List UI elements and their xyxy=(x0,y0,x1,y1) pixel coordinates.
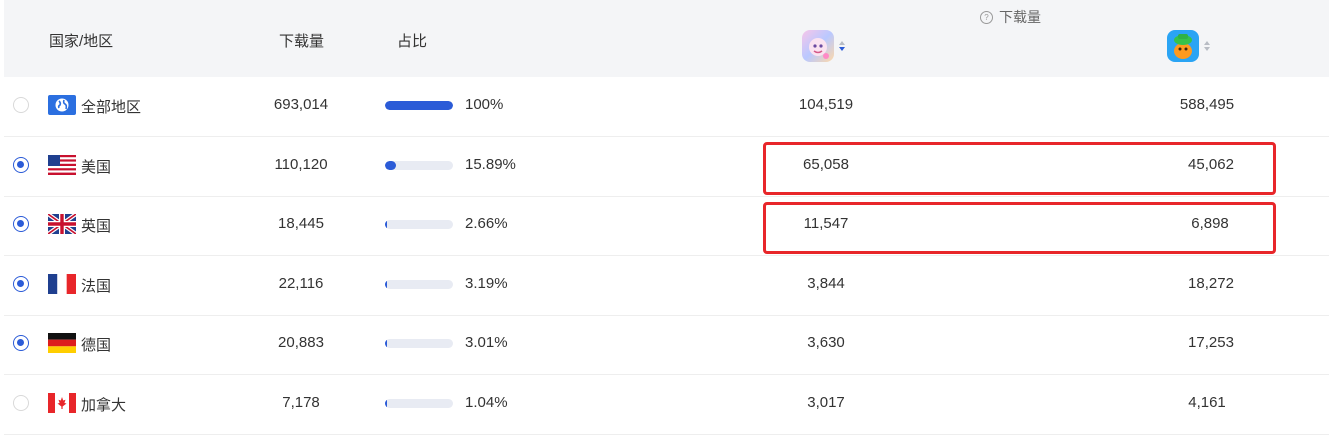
downloads-value: 22,116 xyxy=(278,275,324,292)
app-2-downloads: 45,062 xyxy=(1188,156,1234,173)
header-share: 占比 xyxy=(397,33,428,50)
country-name: 全部地区 xyxy=(81,99,142,116)
country-name: 美国 xyxy=(81,159,112,176)
share-bar-fill xyxy=(385,280,388,289)
app-1-downloads: 65,058 xyxy=(803,156,849,173)
country-name: 加拿大 xyxy=(81,397,127,414)
share-bar xyxy=(385,399,453,408)
downloads-value: 18,445 xyxy=(278,215,324,232)
app-1-downloads: 11,547 xyxy=(803,215,849,232)
share-bar-fill xyxy=(385,101,453,110)
app-1-downloads: 104,519 xyxy=(798,96,854,113)
downloads-value: 110,120 xyxy=(274,156,328,173)
app-2-downloads: 588,495 xyxy=(1179,96,1235,113)
share-bar xyxy=(385,161,453,170)
table-row[interactable]: 英国 18,445 2.66% 11,547 6,898 xyxy=(4,196,1329,256)
share-percent: 100% xyxy=(465,96,504,113)
ca-flag-icon xyxy=(48,393,76,413)
app-1-downloads: 3,017 xyxy=(807,394,845,411)
share-bar xyxy=(385,101,453,110)
share-bar-fill xyxy=(385,399,387,408)
share-percent: 1.04% xyxy=(465,394,508,411)
share-bar xyxy=(385,280,453,289)
globe-icon xyxy=(48,95,76,115)
header-downloads[interactable]: 下载量 xyxy=(279,30,324,51)
app-2-downloads: 17,253 xyxy=(1188,334,1234,351)
group-title-label: 下载量 xyxy=(999,9,1041,25)
fr-flag-icon xyxy=(48,274,76,294)
table-row[interactable]: 全部地区 693,014 100% 104,519 588,495 xyxy=(4,77,1329,137)
share-bar-fill xyxy=(385,161,396,170)
share-percent: 3.01% xyxy=(465,334,508,351)
table-row[interactable]: 加拿大 7,178 1.04% 3,017 4,161 xyxy=(4,375,1329,435)
downloads-value: 693,014 xyxy=(273,96,329,113)
table-row[interactable]: 德国 20,883 3.01% 3,630 17,253 xyxy=(4,315,1329,375)
share-bar-fill xyxy=(385,220,387,229)
header-country: 国家/地区 xyxy=(49,33,114,50)
sort-icon[interactable] xyxy=(1204,41,1210,51)
app-1-downloads: 3,630 xyxy=(807,334,845,351)
row-select-radio[interactable] xyxy=(13,276,29,292)
row-select-radio[interactable] xyxy=(13,97,29,113)
app-2-downloads: 18,272 xyxy=(1188,275,1234,292)
app-1-downloads: 3,844 xyxy=(807,275,845,292)
app-2-column-header[interactable] xyxy=(1167,30,1210,62)
help-circle-icon[interactable]: ? xyxy=(980,10,993,24)
country-name: 德国 xyxy=(81,337,112,354)
row-select-radio[interactable] xyxy=(13,335,29,351)
table-header: 国家/地区 下载量 占比 ? 下载量 xyxy=(4,0,1329,77)
country-name: 法国 xyxy=(81,278,112,295)
share-bar xyxy=(385,339,453,348)
table-row[interactable]: 法国 22,116 3.19% 3,844 18,272 xyxy=(4,256,1329,316)
row-select-radio[interactable] xyxy=(13,157,29,173)
downloads-by-country-table: 国家/地区 下载量 占比 ? 下载量 全部地区 693,014 100% 104… xyxy=(0,0,1329,436)
share-bar-fill xyxy=(385,339,388,348)
app-2-downloads: 6,898 xyxy=(1191,215,1229,232)
app-1-icon xyxy=(802,30,834,62)
downloads-value: 20,883 xyxy=(278,334,324,351)
country-name: 英国 xyxy=(81,218,112,235)
uk-flag-icon xyxy=(48,214,76,234)
share-percent: 2.66% xyxy=(465,215,508,232)
share-bar xyxy=(385,220,453,229)
share-percent: 3.19% xyxy=(465,275,508,292)
de-flag-icon xyxy=(48,333,76,353)
table-row[interactable]: 美国 110,120 15.89% 65,058 45,062 xyxy=(4,137,1329,197)
downloads-value: 7,178 xyxy=(282,394,320,411)
sort-icon[interactable] xyxy=(839,41,845,51)
header-app-downloads-group: ? 下载量 xyxy=(980,7,1041,27)
row-select-radio[interactable] xyxy=(13,216,29,232)
app-2-icon xyxy=(1167,30,1199,62)
app-2-downloads: 4,161 xyxy=(1188,394,1226,411)
us-flag-icon xyxy=(48,155,76,175)
app-1-column-header[interactable] xyxy=(802,30,845,62)
share-percent: 15.89% xyxy=(465,156,516,173)
row-select-radio[interactable] xyxy=(13,395,29,411)
